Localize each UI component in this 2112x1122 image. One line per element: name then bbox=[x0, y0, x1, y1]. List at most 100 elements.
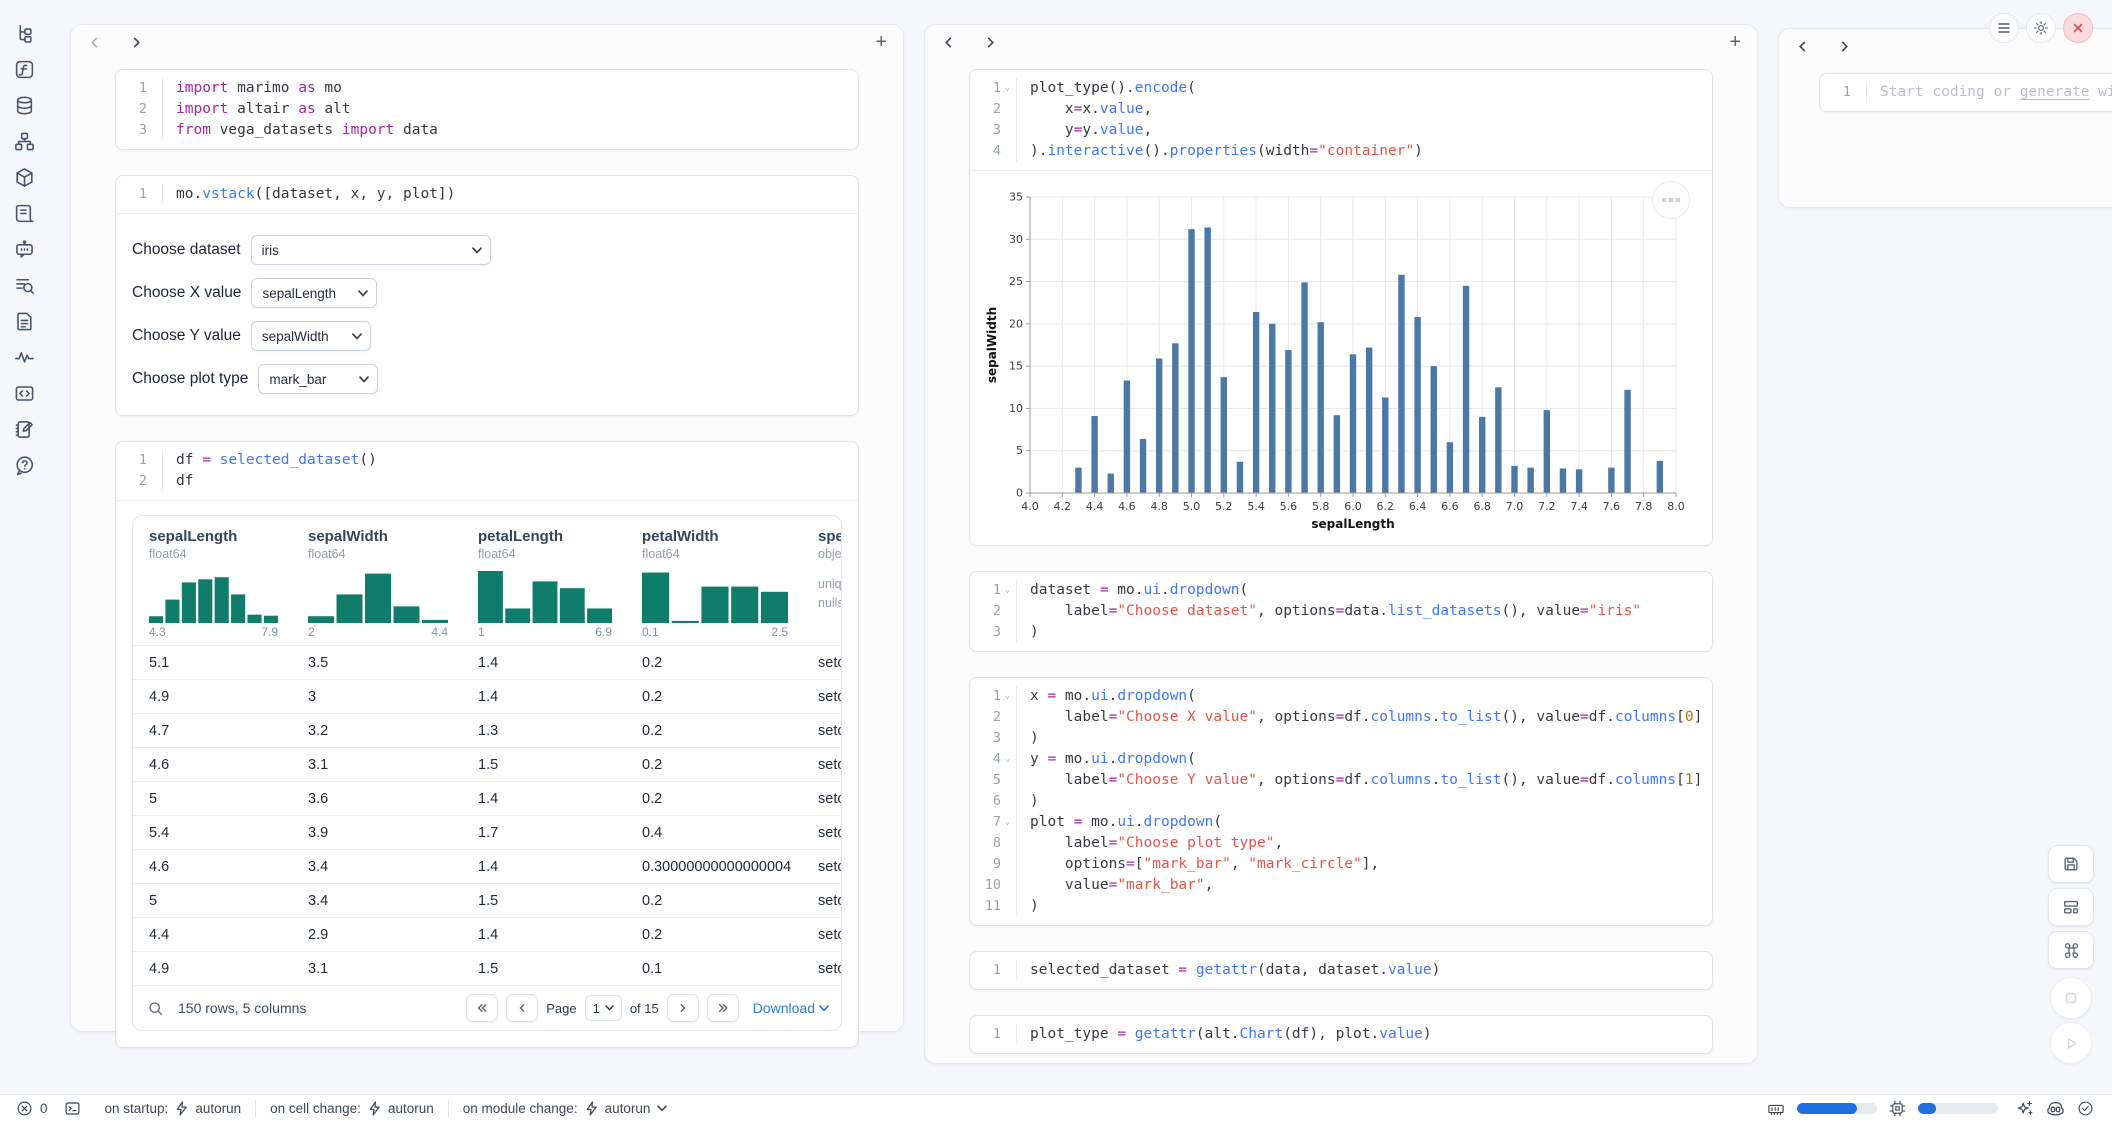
line-number: 1 bbox=[970, 1024, 1001, 1045]
prev-page-button[interactable] bbox=[506, 994, 538, 1022]
sidebar-item-tracing[interactable] bbox=[12, 346, 36, 368]
keyboard-shortcuts-button[interactable] bbox=[2048, 931, 2094, 969]
line-number: 2 bbox=[970, 99, 1001, 120]
download-button[interactable]: Download bbox=[753, 1000, 829, 1016]
last-page-button[interactable] bbox=[707, 994, 739, 1022]
connection-status-button[interactable] bbox=[2077, 1100, 2094, 1117]
dropdown-select-y-value[interactable]: sepalWidth bbox=[251, 321, 371, 351]
cell-plot-type[interactable]: 1plot_type = getattr(alt.Chart(df), plot… bbox=[969, 1015, 1713, 1054]
dropdown-select-dataset[interactable]: iris bbox=[251, 235, 491, 265]
first-page-button[interactable] bbox=[466, 994, 498, 1022]
column-header-petalWidth[interactable]: petalWidthfloat640.12.5 bbox=[626, 516, 802, 645]
page-number-select[interactable]: 1 bbox=[585, 995, 622, 1021]
cpu-usage-gauge[interactable] bbox=[1918, 1103, 1998, 1114]
sidebar-item-file-explorer[interactable] bbox=[12, 22, 36, 44]
fold-chevron-icon[interactable]: ⌄ bbox=[1001, 812, 1014, 833]
sidebar-item-dependency-graph[interactable] bbox=[12, 130, 36, 152]
sidebar-item-notebook[interactable] bbox=[12, 418, 36, 440]
cell-empty[interactable]: 1 Start coding or generate with bbox=[1819, 73, 2112, 112]
column-header-speci[interactable]: speciobjecuniqunulls: bbox=[802, 516, 841, 645]
column-header-petalLength[interactable]: petalLengthfloat6416.9 bbox=[462, 516, 626, 645]
on-startup-setting[interactable]: on startup: autorun bbox=[91, 1101, 256, 1116]
cell-vstack[interactable]: 1mo.vstack([dataset, x, y, plot]) Choose… bbox=[115, 175, 859, 416]
table-cell: setos bbox=[802, 918, 841, 951]
generate-with-ai-link[interactable]: generate bbox=[2020, 84, 2090, 100]
editor-placeholder[interactable]: Start coding or generate with bbox=[1880, 82, 2112, 103]
svg-text:10: 10 bbox=[1009, 402, 1023, 415]
cell-dataset-dropdown[interactable]: 1⌄dataset = mo.ui.dropdown(2 label="Choo… bbox=[969, 571, 1713, 652]
column-histogram[interactable] bbox=[478, 569, 612, 623]
memory-usage-gauge[interactable] bbox=[1797, 1103, 1877, 1114]
table-cell: 0.2 bbox=[626, 714, 802, 747]
fold-chevron-icon[interactable]: ⌄ bbox=[1001, 749, 1014, 770]
copilot-button[interactable] bbox=[2046, 1100, 2065, 1117]
layout-button[interactable] bbox=[2048, 888, 2094, 926]
code-editor[interactable]: 1⌄x = mo.ui.dropdown(2 label="Choose X v… bbox=[970, 678, 1712, 925]
code-editor[interactable]: 1plot_type = getattr(alt.Chart(df), plot… bbox=[970, 1016, 1712, 1053]
column-histogram[interactable] bbox=[149, 569, 278, 623]
terminal-button[interactable] bbox=[54, 1100, 91, 1117]
fold-chevron-icon[interactable]: ⌄ bbox=[1001, 686, 1014, 707]
code-editor[interactable]: 1import marimo as mo2import altair as al… bbox=[116, 70, 858, 149]
column-histogram[interactable] bbox=[308, 569, 448, 623]
histogram-range: 0.12.5 bbox=[642, 625, 788, 639]
run-button[interactable] bbox=[2050, 1022, 2092, 1064]
fold-chevron-icon[interactable]: ⌄ bbox=[1001, 78, 1014, 99]
altair-chart[interactable]: 4.04.24.44.64.85.05.25.45.65.86.06.26.46… bbox=[984, 183, 1686, 535]
shutdown-button[interactable] bbox=[2063, 13, 2093, 43]
cell-chart[interactable]: 1⌄plot_type().encode(2 x=x.value,3 y=y.v… bbox=[969, 69, 1713, 546]
chevron-left-icon[interactable] bbox=[941, 35, 955, 49]
cell-selected-dataset[interactable]: 1selected_dataset = getattr(data, datase… bbox=[969, 951, 1713, 990]
sidebar-item-scratchpad[interactable] bbox=[12, 274, 36, 296]
cell-imports[interactable]: 1import marimo as mo2import altair as al… bbox=[115, 69, 859, 150]
snippets-icon bbox=[14, 383, 35, 404]
sidebar-item-help[interactable] bbox=[12, 454, 36, 476]
dropdown-select-plot-type[interactable]: mark_bar bbox=[258, 364, 378, 394]
cell-dataframe[interactable]: 1df = selected_dataset()2df sepalLengthf… bbox=[115, 441, 859, 1048]
code-editor[interactable]: 1mo.vstack([dataset, x, y, plot]) bbox=[116, 176, 858, 213]
code-editor[interactable]: 1df = selected_dataset()2df bbox=[116, 442, 858, 500]
chevron-right-icon[interactable] bbox=[1837, 39, 1851, 53]
save-button[interactable] bbox=[2048, 845, 2094, 883]
sidebar-item-snippets[interactable] bbox=[12, 382, 36, 404]
on-cell-change-setting[interactable]: on cell change: autorun bbox=[256, 1101, 448, 1116]
cell-xy-plot-dropdowns[interactable]: 1⌄x = mo.ui.dropdown(2 label="Choose X v… bbox=[969, 677, 1713, 926]
search-icon[interactable] bbox=[147, 1000, 164, 1017]
table-row: 4.931.40.2setos bbox=[133, 679, 841, 713]
sidebar-item-functions[interactable] bbox=[12, 58, 36, 80]
chevron-left-icon[interactable] bbox=[1795, 39, 1809, 53]
sidebar-item-packages[interactable] bbox=[12, 166, 36, 188]
stop-button[interactable] bbox=[2050, 977, 2092, 1019]
sidebar-item-datasources[interactable] bbox=[12, 94, 36, 116]
add-cell-icon[interactable]: + bbox=[1729, 32, 1741, 52]
sidebar-item-documentation[interactable] bbox=[12, 310, 36, 332]
fold-chevron-icon[interactable]: ⌄ bbox=[1001, 580, 1014, 601]
table-cell: 0.2 bbox=[626, 918, 802, 951]
notebook-menu-button[interactable] bbox=[1989, 13, 2019, 43]
next-page-button[interactable] bbox=[667, 994, 699, 1022]
code-editor[interactable]: 1selected_dataset = getattr(data, datase… bbox=[970, 952, 1712, 989]
chevron-left-icon[interactable] bbox=[87, 35, 101, 49]
ai-assist-button[interactable] bbox=[2016, 1100, 2034, 1118]
code-line: 2df bbox=[116, 471, 848, 492]
column-histogram[interactable] bbox=[642, 569, 788, 623]
column-header-sepalWidth[interactable]: sepalWidthfloat6424.4 bbox=[292, 516, 462, 645]
sidebar-item-logs[interactable] bbox=[12, 202, 36, 224]
table-cell: 1.4 bbox=[462, 918, 626, 951]
error-indicator[interactable]: 0 bbox=[10, 1100, 54, 1117]
code-editor[interactable]: 1⌄dataset = mo.ui.dropdown(2 label="Choo… bbox=[970, 572, 1712, 651]
svg-text:7.4: 7.4 bbox=[1570, 500, 1588, 513]
code-editor[interactable]: 1⌄plot_type().encode(2 x=x.value,3 y=y.v… bbox=[970, 70, 1712, 170]
chart-actions-button[interactable] bbox=[1652, 181, 1690, 219]
chevron-right-icon[interactable] bbox=[983, 35, 997, 49]
on-module-change-setting[interactable]: on module change: autorun bbox=[449, 1101, 682, 1116]
table-cell: 5 bbox=[133, 782, 292, 815]
column-header-sepalLength[interactable]: sepalLengthfloat644.37.9 bbox=[133, 516, 292, 645]
code-text: mo.vstack([dataset, x, y, plot]) bbox=[176, 184, 455, 205]
table-row: 53.41.50.2setos bbox=[133, 883, 841, 917]
add-cell-icon[interactable]: + bbox=[875, 32, 887, 52]
settings-button[interactable] bbox=[2026, 13, 2056, 43]
chevron-right-icon[interactable] bbox=[129, 35, 143, 49]
dropdown-select-x-value[interactable]: sepalLength bbox=[251, 278, 377, 308]
sidebar-item-chat[interactable] bbox=[12, 238, 36, 260]
